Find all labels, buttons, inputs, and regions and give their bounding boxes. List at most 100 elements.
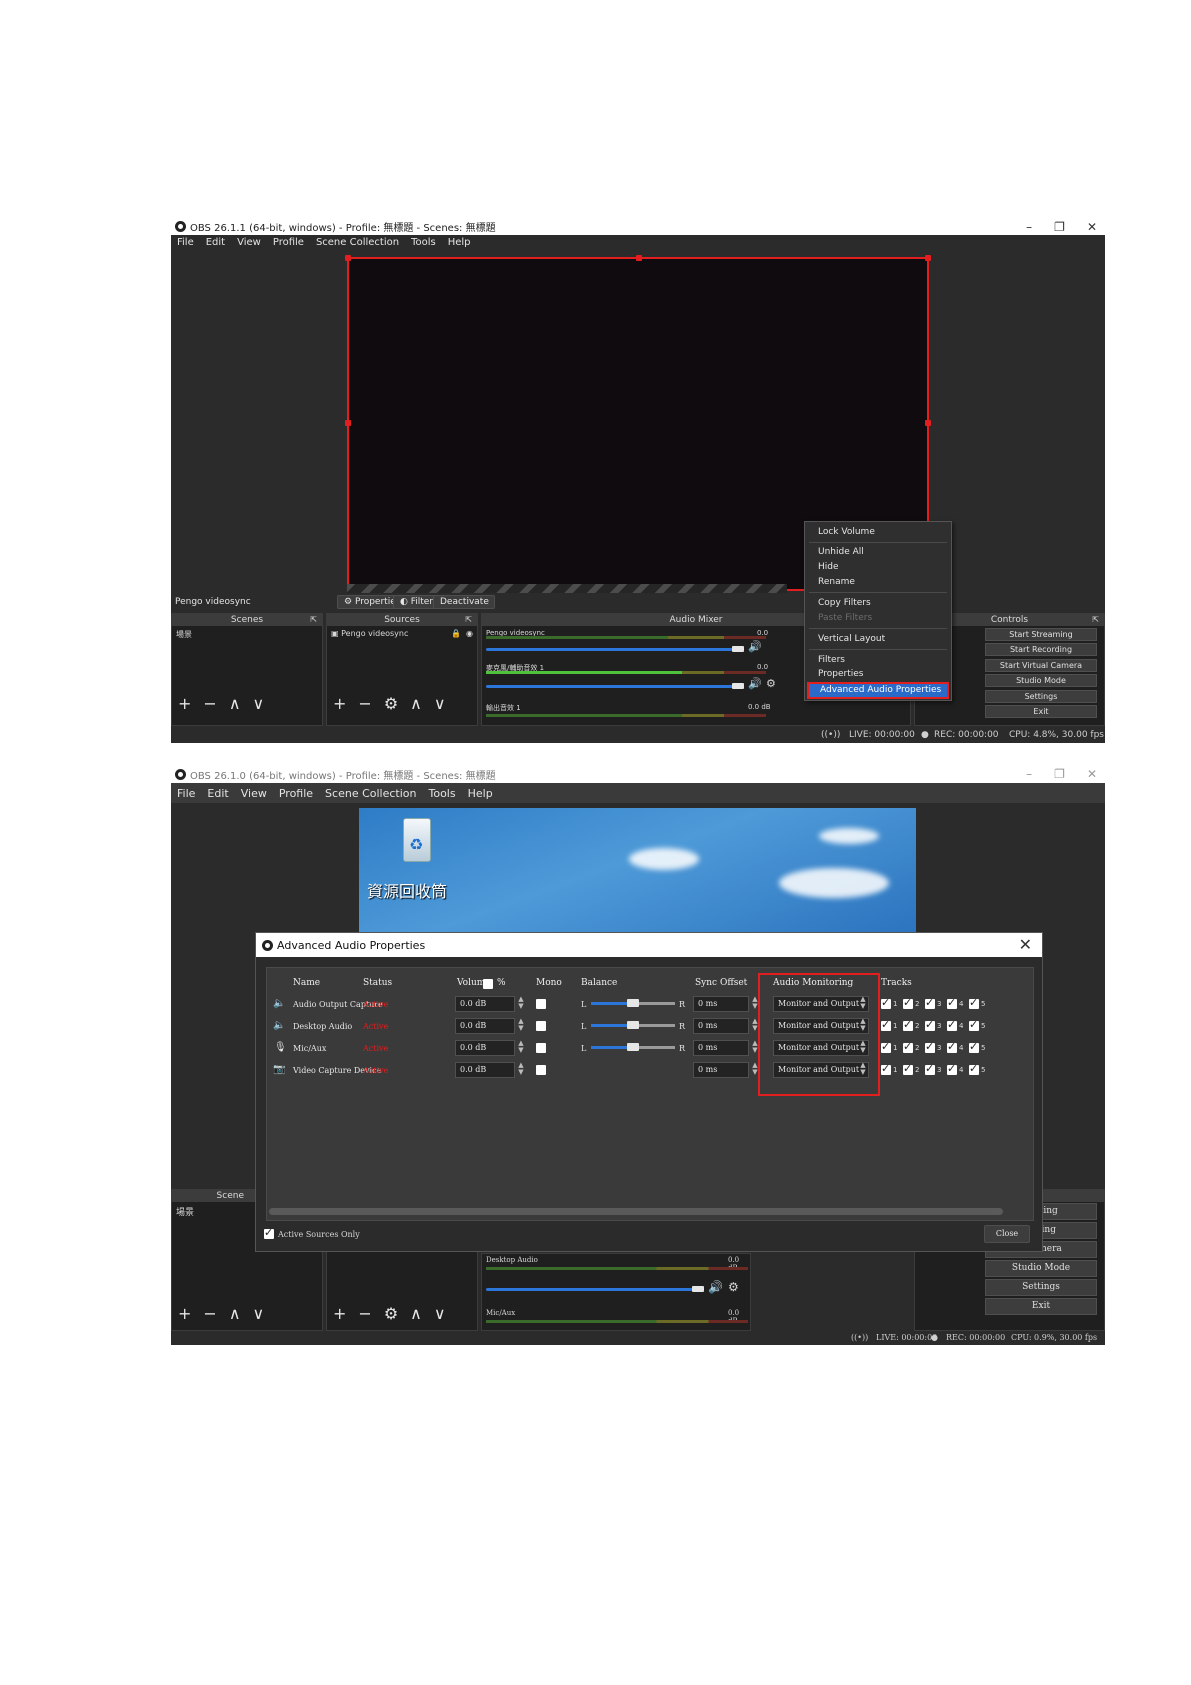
track-checkbox[interactable]	[969, 1040, 979, 1053]
track-checkbox[interactable]	[903, 1040, 913, 1053]
move-down-icon[interactable]: ∨	[434, 1304, 446, 1323]
resize-handle[interactable]	[345, 255, 351, 261]
resize-handle[interactable]	[636, 255, 642, 261]
minimize-icon[interactable]: –	[1026, 220, 1032, 234]
add-icon[interactable]: +	[333, 694, 346, 713]
menu-file[interactable]: File	[171, 237, 200, 248]
remove-icon[interactable]: −	[203, 1304, 216, 1323]
scene-item[interactable]: 場景	[176, 1205, 194, 1218]
mono-checkbox[interactable]	[536, 1065, 546, 1075]
percent-checkbox[interactable]	[483, 979, 493, 989]
track-checkbox[interactable]	[881, 1018, 891, 1031]
sync-offset-field[interactable]: 0 ms	[693, 1062, 749, 1078]
sync-offset-field[interactable]: 0 ms	[693, 1040, 749, 1056]
resize-handle[interactable]	[345, 420, 351, 426]
move-up-icon[interactable]: ∧	[229, 1304, 241, 1323]
menu-scene-collection[interactable]: Scene Collection	[319, 787, 422, 800]
volume-field[interactable]: 0.0 dB	[455, 1062, 515, 1078]
undock-icon[interactable]: ⇱	[310, 614, 317, 626]
settings-button[interactable]: Settings	[985, 1279, 1097, 1296]
volume-slider[interactable]	[486, 648, 736, 651]
volume-slider[interactable]	[486, 685, 736, 688]
track-checkbox[interactable]	[881, 1040, 891, 1053]
minimize-icon[interactable]: –	[1026, 767, 1032, 781]
track-checkbox[interactable]	[947, 1040, 957, 1053]
track-checkbox[interactable]	[925, 996, 935, 1009]
move-up-icon[interactable]: ∧	[410, 1304, 422, 1323]
studio-mode-button[interactable]: Studio Mode	[985, 1260, 1097, 1277]
gear-icon[interactable]: ⚙	[728, 1280, 739, 1294]
gear-icon[interactable]: ⚙	[384, 694, 398, 713]
source-item[interactable]: ▣ Pengo videosync ◉ 🔒	[331, 629, 475, 638]
balance-slider-handle[interactable]	[627, 999, 639, 1007]
add-icon[interactable]: +	[178, 694, 191, 713]
volume-field[interactable]: 0.0 dB	[455, 1018, 515, 1034]
track-checkbox[interactable]	[947, 1062, 957, 1075]
speaker-icon[interactable]: 🔊	[708, 1280, 723, 1294]
track-checkbox[interactable]	[881, 996, 891, 1009]
volume-slider-handle[interactable]	[732, 683, 744, 689]
menu-item-vertical-layout[interactable]: Vertical Layout	[818, 634, 885, 644]
exit-button[interactable]: Exit	[985, 1298, 1097, 1315]
mono-checkbox[interactable]	[536, 1043, 546, 1053]
menu-item-hide[interactable]: Hide	[818, 562, 839, 572]
start-streaming-button[interactable]: Start Streaming	[985, 628, 1097, 641]
menu-file[interactable]: File	[171, 787, 201, 800]
add-icon[interactable]: +	[178, 1304, 191, 1323]
volume-spinner[interactable]: ▲ ▼	[517, 1018, 525, 1034]
volume-slider-handle[interactable]	[732, 646, 744, 652]
track-checkbox[interactable]	[925, 1062, 935, 1075]
menu-view[interactable]: View	[235, 787, 273, 800]
menu-item-filters[interactable]: Filters	[818, 655, 845, 665]
track-checkbox[interactable]	[969, 1018, 979, 1031]
move-up-icon[interactable]: ∧	[410, 694, 422, 713]
close-icon[interactable]: ✕	[1087, 220, 1097, 234]
horizontal-scrollbar[interactable]	[269, 1208, 1003, 1215]
add-icon[interactable]: +	[333, 1304, 346, 1323]
lock-icon[interactable]: 🔒	[451, 629, 461, 638]
menu-item-lock-volume[interactable]: Lock Volume	[818, 527, 875, 537]
volume-field[interactable]: 0.0 dB	[455, 1040, 515, 1056]
track-checkbox[interactable]	[903, 996, 913, 1009]
active-sources-only-checkbox[interactable]	[264, 1226, 274, 1239]
settings-button[interactable]: Settings	[985, 690, 1097, 703]
deactivate-button[interactable]: Deactivate	[433, 595, 495, 609]
track-checkbox[interactable]	[925, 1040, 935, 1053]
menu-item-copy-filters[interactable]: Copy Filters	[818, 598, 871, 608]
resize-handle[interactable]	[925, 420, 931, 426]
close-button[interactable]: Close	[984, 1225, 1030, 1243]
track-checkbox[interactable]	[903, 1018, 913, 1031]
track-checkbox[interactable]	[947, 996, 957, 1009]
volume-slider-handle[interactable]	[692, 1286, 704, 1292]
speaker-icon[interactable]: 🔊	[748, 677, 762, 690]
gear-icon[interactable]: ⚙	[766, 677, 776, 690]
maximize-icon[interactable]: ❐	[1054, 767, 1065, 781]
remove-icon[interactable]: −	[203, 694, 216, 713]
menu-tools[interactable]: Tools	[423, 787, 462, 800]
eye-icon[interactable]: ◉	[466, 629, 473, 638]
menu-view[interactable]: View	[231, 237, 267, 248]
volume-spinner[interactable]: ▲ ▼	[517, 1040, 525, 1056]
move-down-icon[interactable]: ∨	[434, 694, 446, 713]
track-checkbox[interactable]	[881, 1062, 891, 1075]
volume-spinner[interactable]: ▲ ▼	[517, 996, 525, 1012]
volume-field[interactable]: 0.0 dB	[455, 996, 515, 1012]
move-down-icon[interactable]: ∨	[253, 694, 265, 713]
track-checkbox[interactable]	[969, 996, 979, 1009]
menu-edit[interactable]: Edit	[200, 237, 231, 248]
sync-offset-field[interactable]: 0 ms	[693, 1018, 749, 1034]
desktop-capture-preview[interactable]: ♻ 資源回收筒	[359, 808, 916, 938]
menu-item-properties[interactable]: Properties	[818, 669, 863, 679]
menu-item-advanced-audio-properties[interactable]: Advanced Audio Properties	[807, 682, 949, 699]
menu-tools[interactable]: Tools	[405, 237, 442, 248]
resize-handle[interactable]	[925, 255, 931, 261]
remove-icon[interactable]: −	[358, 1304, 371, 1323]
track-checkbox[interactable]	[969, 1062, 979, 1075]
menu-profile[interactable]: Profile	[267, 237, 310, 248]
volume-slider[interactable]	[486, 1288, 696, 1291]
menu-help[interactable]: Help	[462, 787, 499, 800]
undock-icon[interactable]: ⇱	[465, 614, 472, 626]
menu-item-unhide-all[interactable]: Unhide All	[818, 547, 864, 557]
maximize-icon[interactable]: ❐	[1054, 220, 1065, 234]
track-checkbox[interactable]	[903, 1062, 913, 1075]
